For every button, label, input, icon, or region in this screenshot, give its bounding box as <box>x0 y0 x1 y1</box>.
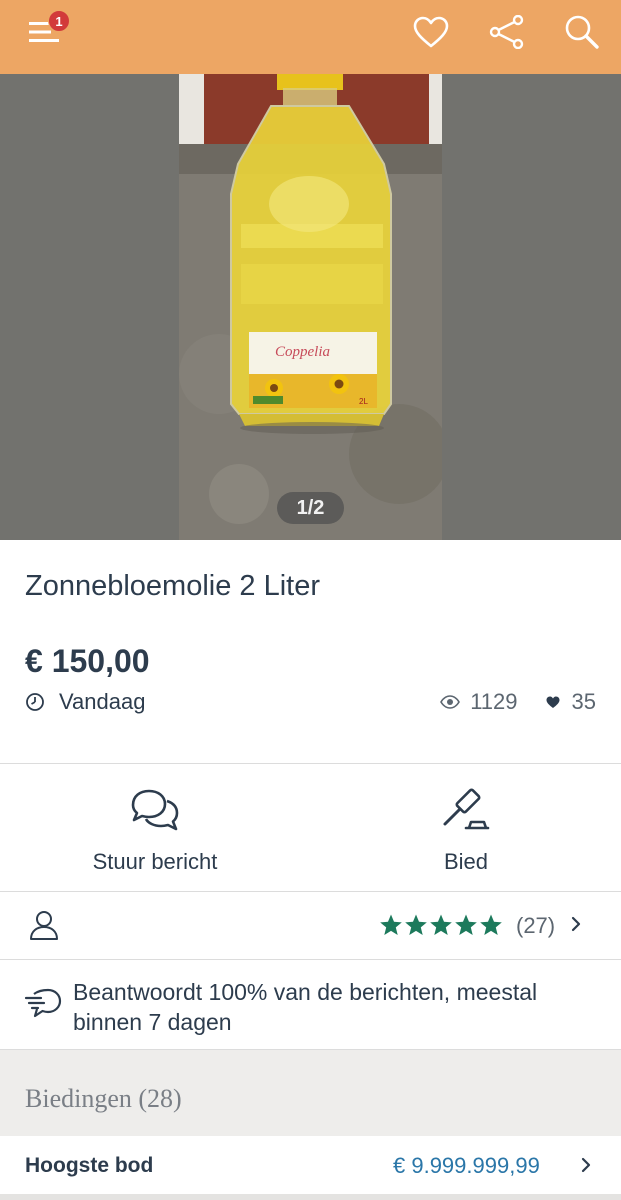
star-icon <box>379 913 403 937</box>
review-count: (27) <box>516 913 556 938</box>
image-gallery[interactable]: Coppelia 2L 1/2 <box>0 74 621 540</box>
search-icon <box>565 15 599 49</box>
bid-button[interactable]: Bied <box>311 765 621 891</box>
send-message-label: Stuur bericht <box>92 849 218 874</box>
star-icon <box>429 913 453 937</box>
oil-bottle-image: Coppelia 2L <box>179 74 442 540</box>
posted-date: Vandaag <box>25 689 145 715</box>
share-button[interactable] <box>485 10 529 54</box>
posted-date-label: Vandaag <box>59 689 146 714</box>
highest-bid-value: € 9.999.999,99 <box>393 1153 540 1178</box>
rating-stars <box>379 913 504 937</box>
highest-bid-label: Hoogste bod <box>25 1154 154 1177</box>
gavel-icon <box>440 785 492 837</box>
user-icon <box>30 911 58 940</box>
bids-title: Biedingen (28) <box>25 1084 182 1113</box>
view-count: 1129 <box>470 689 518 714</box>
favorite-count-heart-icon <box>546 693 564 711</box>
image-counter: 1/2 <box>277 492 344 524</box>
response-rate-text: Beantwoordt 100% van de berichten, meest… <box>73 979 538 1035</box>
response-rate-row: Beantwoordt 100% van de berichten, meest… <box>0 960 621 1050</box>
chevron-right-icon <box>571 916 581 932</box>
svg-text:Coppelia: Coppelia <box>275 344 330 360</box>
svg-text:2L: 2L <box>359 397 368 406</box>
favorite-count: 35 <box>571 689 596 714</box>
notification-badge: 1 <box>48 10 70 32</box>
bottom-strip <box>0 1194 621 1200</box>
chat-bubbles-icon <box>129 785 181 837</box>
bids-section-header: Biedingen (28) <box>0 1050 621 1136</box>
divider <box>0 891 621 892</box>
divider <box>0 763 621 764</box>
product-photo[interactable]: Coppelia 2L <box>179 74 442 540</box>
heart-icon <box>413 16 449 48</box>
star-icon <box>454 913 478 937</box>
send-message-button[interactable]: Stuur bericht <box>0 765 310 891</box>
listing-stats: 1129 35 <box>440 689 596 715</box>
bid-label: Bied <box>443 849 489 874</box>
favorite-button[interactable] <box>409 10 453 54</box>
clock-icon <box>25 690 49 714</box>
share-icon <box>489 15 524 49</box>
eye-icon <box>440 691 462 713</box>
fast-reply-icon <box>24 988 62 1018</box>
star-icon <box>479 913 503 937</box>
highest-bid-row[interactable]: Hoogste bod € 9.999.999,99 <box>0 1136 621 1194</box>
listing-price: € 150,00 <box>25 643 150 679</box>
top-bar: 1 <box>0 0 621 74</box>
star-icon <box>404 913 428 937</box>
seller-row[interactable]: (27) <box>0 893 621 959</box>
search-button[interactable] <box>560 10 604 54</box>
chevron-right-icon <box>581 1157 591 1173</box>
listing-title: Zonnebloemolie 2 Liter <box>25 570 321 602</box>
